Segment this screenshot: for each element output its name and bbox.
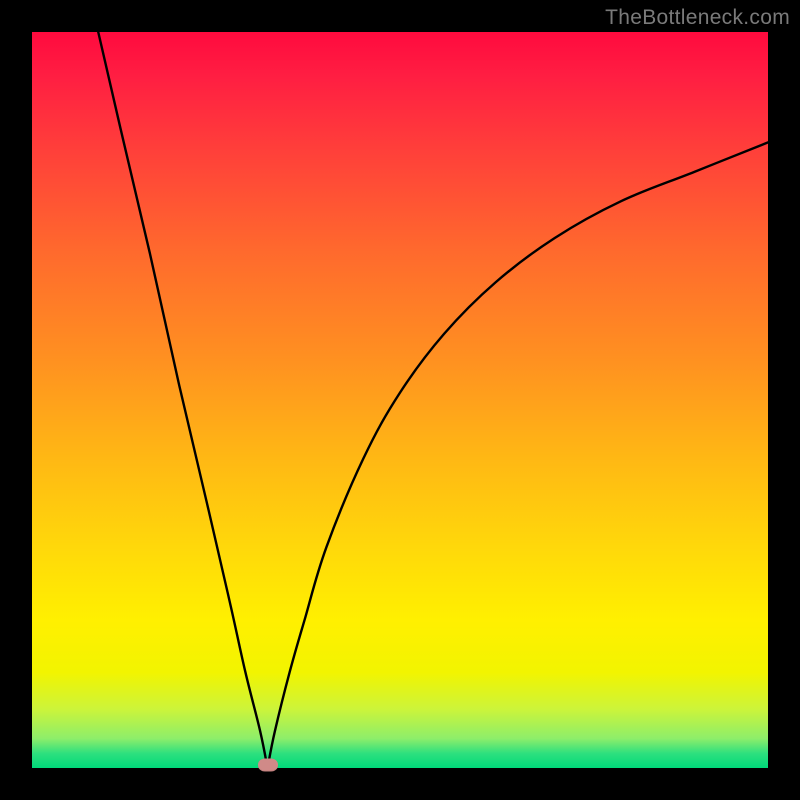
- watermark-text: TheBottleneck.com: [605, 6, 790, 30]
- plot-area: [32, 32, 768, 768]
- chart-frame: TheBottleneck.com: [0, 0, 800, 800]
- curve-minimum-marker: [258, 759, 278, 772]
- bottleneck-curve: [32, 32, 768, 768]
